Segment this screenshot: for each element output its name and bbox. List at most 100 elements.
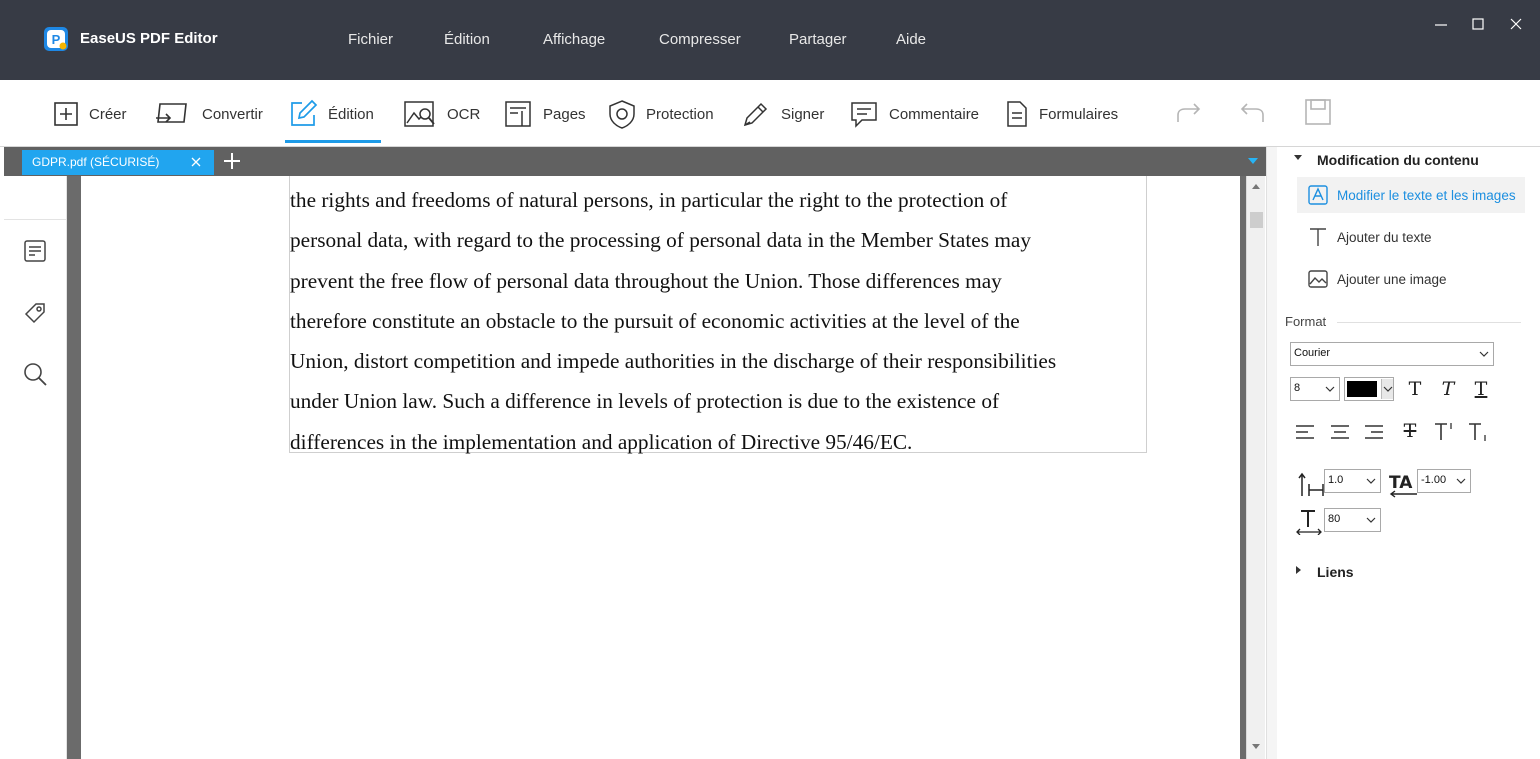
- text-color-picker[interactable]: [1344, 377, 1394, 401]
- document-tab[interactable]: GDPR.pdf (SÉCURISÉ): [22, 150, 214, 175]
- scroll-up-icon[interactable]: [1252, 184, 1260, 189]
- menu-fichier[interactable]: Fichier: [348, 31, 393, 48]
- chevron-down-icon: [1325, 386, 1335, 392]
- character-spacing-select[interactable]: -1.00: [1417, 469, 1471, 493]
- tab-list-dropdown-icon[interactable]: [1248, 158, 1258, 164]
- menu-aide[interactable]: Aide: [896, 31, 926, 48]
- menu-affichage[interactable]: Affichage: [543, 31, 605, 48]
- plus-square-icon: [54, 102, 78, 126]
- add-image-option[interactable]: Ajouter une image: [1297, 261, 1525, 297]
- close-icon: [1510, 18, 1522, 30]
- minimize-icon: [1435, 24, 1447, 26]
- bookmarks-button[interactable]: [22, 300, 48, 326]
- scale-select[interactable]: 80: [1324, 508, 1381, 532]
- chevron-down-icon: [1456, 478, 1466, 484]
- menu-partager[interactable]: Partager: [789, 31, 847, 48]
- undo-icon: [1240, 103, 1264, 122]
- font-family-value: Courier: [1294, 347, 1331, 359]
- text-line: personal data, with regard to the proces…: [290, 228, 1032, 253]
- italic-button[interactable]: T: [1434, 375, 1462, 403]
- text-t-icon: [1310, 228, 1326, 246]
- form-document-icon: [1007, 101, 1027, 127]
- content-section-title: Modification du contenu: [1317, 152, 1479, 168]
- menu-compresser[interactable]: Compresser: [659, 31, 741, 48]
- chevron-down-icon: [1479, 351, 1489, 357]
- sign-button[interactable]: Signer: [741, 97, 824, 131]
- collapse-content-icon[interactable]: [1294, 155, 1302, 160]
- minimize-button[interactable]: [1431, 14, 1451, 34]
- paragraph-text[interactable]: the rights and freedoms of natural perso…: [290, 180, 1148, 462]
- document-viewport[interactable]: the rights and freedoms of natural perso…: [67, 176, 1246, 759]
- underline-button[interactable]: T: [1467, 375, 1495, 403]
- pages-button[interactable]: Pages: [503, 97, 586, 131]
- links-section-title[interactable]: Liens: [1317, 564, 1354, 580]
- ocr-label: OCR: [447, 105, 481, 123]
- redo-button[interactable]: [1175, 100, 1203, 131]
- app-logo-icon: P: [44, 27, 68, 51]
- close-window-button[interactable]: [1506, 14, 1526, 34]
- scroll-thumb[interactable]: [1250, 212, 1263, 228]
- active-tool-indicator: [285, 140, 381, 143]
- forms-button[interactable]: Formulaires: [1005, 97, 1118, 131]
- align-left-button[interactable]: [1292, 419, 1318, 445]
- svg-text:P: P: [52, 32, 61, 47]
- close-tab-button[interactable]: [190, 156, 202, 171]
- undo-button[interactable]: [1238, 100, 1266, 131]
- text-line: differences in the implementation and ap…: [290, 429, 913, 454]
- pages-label: Pages: [543, 105, 586, 123]
- main-toolbar: Créer Convertir Édition OCR Pages Protec…: [0, 80, 1540, 147]
- chevron-down-icon: [1366, 478, 1376, 484]
- save-button[interactable]: [1304, 98, 1332, 131]
- pdf-page[interactable]: the rights and freedoms of natural perso…: [81, 176, 1240, 759]
- font-size-select[interactable]: 8: [1290, 377, 1340, 401]
- edit-button[interactable]: Édition: [288, 97, 374, 131]
- text-line: therefore constitute an obstacle to the …: [290, 308, 1020, 333]
- color-dropdown[interactable]: [1381, 379, 1393, 399]
- scroll-down-icon[interactable]: [1252, 744, 1260, 749]
- align-right-icon: [1365, 425, 1383, 439]
- maximize-icon: [1472, 18, 1484, 30]
- strikethrough-button[interactable]: T: [1396, 417, 1424, 445]
- document-tab-label: GDPR.pdf (SÉCURISÉ): [32, 155, 160, 169]
- ocr-button[interactable]: OCR: [403, 97, 480, 131]
- align-center-button[interactable]: [1327, 419, 1353, 445]
- comment-button[interactable]: Commentaire: [849, 97, 979, 131]
- expand-links-icon[interactable]: [1296, 566, 1301, 574]
- text-line: prevent the free flow of personal data t…: [290, 268, 1002, 293]
- image-icon: [1308, 270, 1328, 288]
- protection-button[interactable]: Protection: [608, 97, 714, 131]
- new-tab-button[interactable]: [222, 151, 242, 176]
- title-bar: P EaseUS PDF Editor Fichier Édition Affi…: [0, 0, 1540, 80]
- line-spacing-select[interactable]: 1.0: [1324, 469, 1381, 493]
- vertical-scrollbar[interactable]: [1246, 176, 1265, 759]
- edit-label: Édition: [328, 105, 374, 123]
- properties-panel-content: Modification du contenu Modifier le text…: [1277, 147, 1540, 759]
- editable-text-block[interactable]: the rights and freedoms of natural perso…: [289, 176, 1147, 454]
- text-line: the rights and freedoms of natural perso…: [290, 188, 1008, 212]
- subscript-button[interactable]: [1465, 419, 1491, 445]
- text-box-icon: [1308, 185, 1328, 205]
- bold-button[interactable]: T: [1401, 375, 1429, 403]
- thumbnails-button[interactable]: [22, 238, 48, 264]
- search-button[interactable]: [22, 361, 48, 387]
- convert-button[interactable]: Convertir: [154, 97, 263, 131]
- plus-icon: [224, 153, 240, 169]
- font-family-select[interactable]: Courier: [1290, 342, 1494, 366]
- superscript-button[interactable]: [1431, 419, 1457, 445]
- create-label: Créer: [89, 105, 127, 123]
- svg-text:TA: TA: [1389, 473, 1413, 493]
- edit-text-images-label: Modifier le texte et les images: [1337, 187, 1516, 203]
- align-right-button[interactable]: [1361, 419, 1387, 445]
- add-text-option[interactable]: Ajouter du texte: [1297, 219, 1525, 255]
- save-icon: [1305, 99, 1331, 125]
- line-spacing-icon: [1297, 470, 1325, 498]
- create-button[interactable]: Créer: [53, 97, 127, 131]
- pen-icon: [743, 102, 768, 127]
- maximize-button[interactable]: [1468, 14, 1488, 34]
- align-center-icon: [1331, 425, 1349, 439]
- edit-text-images-option[interactable]: Modifier le texte et les images: [1297, 177, 1525, 213]
- menu-edition[interactable]: Édition: [444, 31, 490, 48]
- convert-icon: [156, 103, 187, 123]
- text-color-swatch: [1347, 381, 1377, 397]
- document-tab-strip: GDPR.pdf (SÉCURISÉ): [4, 147, 1266, 176]
